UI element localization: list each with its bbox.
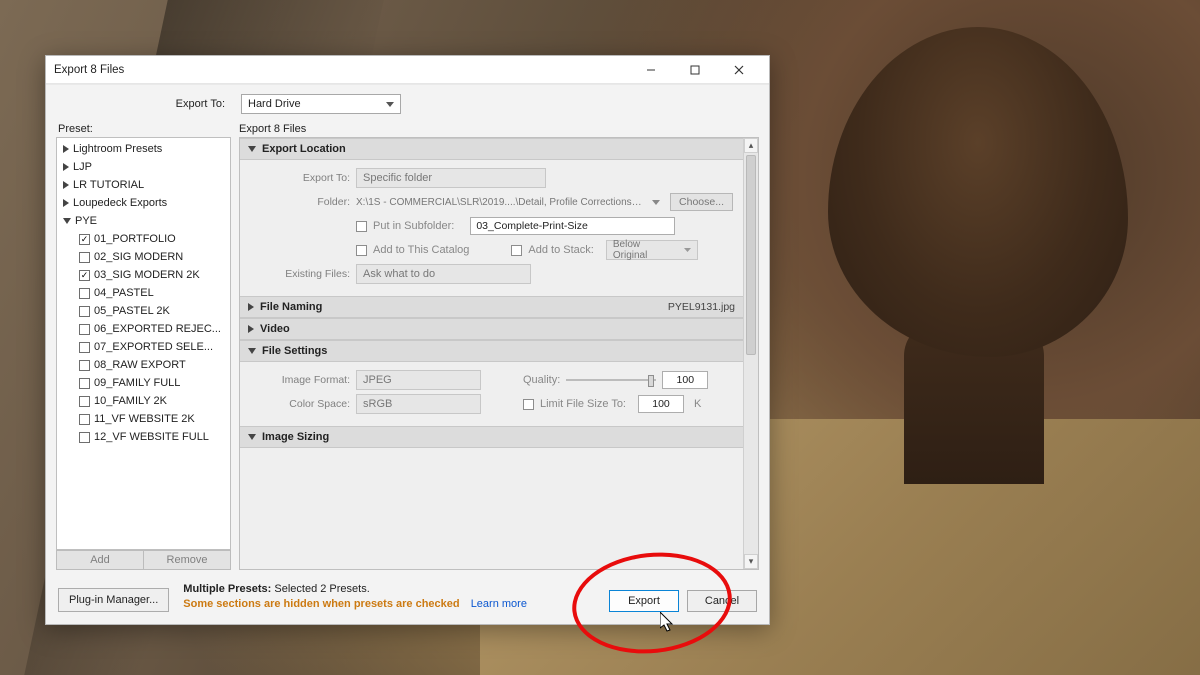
existing-files-label: Existing Files: (250, 268, 350, 280)
section-header-file-naming[interactable]: File Naming PYEL9131.jpg (240, 296, 743, 318)
export-to-label: Export To: (56, 98, 231, 110)
minimize-button[interactable] (629, 59, 673, 81)
chevron-down-icon (248, 146, 256, 152)
checkbox-icon[interactable] (79, 252, 90, 263)
add-preset-button[interactable]: Add (56, 550, 144, 570)
preset-group[interactable]: LJP (57, 158, 230, 176)
window-title: Export 8 Files (54, 64, 629, 76)
chevron-down-icon[interactable] (652, 200, 660, 205)
file-naming-example: PYEL9131.jpg (668, 301, 735, 313)
preset-item[interactable]: 02_SIG MODERN (57, 248, 230, 266)
chevron-right-icon (248, 325, 254, 333)
preset-heading: Preset: (56, 123, 231, 135)
dialog-footer: Plug-in Manager... Multiple Presets: Sel… (46, 574, 769, 624)
cancel-button[interactable]: Cancel (687, 590, 757, 612)
scroll-down-icon[interactable]: ▾ (744, 554, 758, 569)
chevron-down-icon (248, 434, 256, 440)
export-to-row: Export To: Hard Drive (46, 85, 769, 123)
checkbox-icon[interactable] (79, 234, 90, 245)
checkbox-icon[interactable] (79, 306, 90, 317)
checkbox-icon[interactable] (79, 378, 90, 389)
preset-item[interactable]: 07_EXPORTED SELE... (57, 338, 230, 356)
image-format-select[interactable]: JPEG (356, 370, 481, 390)
titlebar: Export 8 Files (46, 56, 769, 84)
checkbox-icon[interactable] (79, 396, 90, 407)
preset-item[interactable]: 03_SIG MODERN 2K (57, 266, 230, 284)
add-to-catalog-label: Add to This Catalog (373, 244, 469, 256)
export-button[interactable]: Export (609, 590, 679, 612)
preset-item[interactable]: 05_PASTEL 2K (57, 302, 230, 320)
footer-message: Multiple Presets: Selected 2 Presets. So… (183, 582, 595, 612)
preset-item[interactable]: 01_PORTFOLIO (57, 230, 230, 248)
stack-position-select[interactable]: Below Original (606, 240, 698, 260)
image-format-label: Image Format: (250, 374, 350, 386)
preset-item[interactable]: 06_EXPORTED REJEC... (57, 320, 230, 338)
quality-label: Quality: (523, 374, 560, 386)
learn-more-link[interactable]: Learn more (471, 598, 527, 610)
folder-path: X:\1S - COMMERCIAL\SLR\2019....\Detail, … (356, 197, 642, 208)
preset-group[interactable]: Loupedeck Exports (57, 194, 230, 212)
limit-filesize-unit: K (694, 398, 701, 410)
export-dialog: Export 8 Files Export To: Hard Drive Pre… (45, 55, 770, 625)
preset-group[interactable]: Lightroom Presets (57, 140, 230, 158)
preset-item[interactable]: 11_VF WEBSITE 2K (57, 410, 230, 428)
chevron-right-icon (248, 303, 254, 311)
checkbox-icon[interactable] (79, 324, 90, 335)
section-header-export-location[interactable]: Export Location (240, 138, 743, 160)
settings-heading: Export 8 Files (239, 123, 759, 135)
chevron-down-icon (386, 102, 394, 107)
export-to-field-label: Export To: (250, 172, 350, 184)
put-in-subfolder-checkbox[interactable] (356, 221, 367, 232)
settings-scroll: Export Location Export To: Specific fold… (239, 137, 759, 570)
export-to-folder-select[interactable]: Specific folder (356, 168, 546, 188)
add-to-catalog-checkbox[interactable] (356, 245, 367, 256)
remove-preset-button[interactable]: Remove (143, 550, 231, 570)
scroll-thumb[interactable] (746, 155, 756, 355)
color-space-select[interactable]: sRGB (356, 394, 481, 414)
settings-pane: Export 8 Files Export Location Export To… (239, 123, 759, 570)
put-in-subfolder-label: Put in Subfolder: (373, 220, 454, 232)
choose-folder-button[interactable]: Choose... (670, 193, 733, 211)
chevron-down-icon (248, 348, 256, 354)
export-to-select[interactable]: Hard Drive (241, 94, 401, 114)
scroll-up-icon[interactable]: ▴ (744, 138, 758, 153)
checkbox-icon[interactable] (79, 288, 90, 299)
preset-item[interactable]: 04_PASTEL (57, 284, 230, 302)
checkbox-icon[interactable] (79, 414, 90, 425)
checkbox-icon[interactable] (79, 342, 90, 353)
preset-item[interactable]: 12_VF WEBSITE FULL (57, 428, 230, 446)
preset-sidebar: Preset: Lightroom Presets LJP LR TUTORIA… (56, 123, 231, 570)
checkbox-icon[interactable] (79, 360, 90, 371)
maximize-button[interactable] (673, 59, 717, 81)
export-to-value: Hard Drive (248, 98, 301, 110)
limit-filesize-input[interactable]: 100 (638, 395, 684, 413)
preset-listbox[interactable]: Lightroom Presets LJP LR TUTORIAL Louped… (56, 137, 231, 550)
preset-item[interactable]: 10_FAMILY 2K (57, 392, 230, 410)
add-to-stack-label: Add to Stack: (528, 244, 593, 256)
limit-filesize-label: Limit File Size To: (540, 398, 626, 410)
section-body-file-settings: Image Format: JPEG Quality: (240, 362, 743, 426)
preset-item[interactable]: 08_RAW EXPORT (57, 356, 230, 374)
limit-filesize-checkbox[interactable] (523, 399, 534, 410)
subfolder-input[interactable]: 03_Complete-Print-Size (470, 217, 675, 235)
existing-files-select[interactable]: Ask what to do (356, 264, 531, 284)
section-header-file-settings[interactable]: File Settings (240, 340, 743, 362)
preset-group[interactable]: PYE (57, 212, 230, 230)
close-button[interactable] (717, 59, 761, 81)
color-space-label: Color Space: (250, 398, 350, 410)
preset-group[interactable]: LR TUTORIAL (57, 176, 230, 194)
plugin-manager-button[interactable]: Plug-in Manager... (58, 588, 169, 612)
folder-label: Folder: (250, 196, 350, 208)
quality-slider[interactable] (566, 373, 656, 387)
section-header-image-sizing[interactable]: Image Sizing (240, 426, 743, 448)
checkbox-icon[interactable] (79, 432, 90, 443)
section-body-export-location: Export To: Specific folder Folder: X:\1S… (240, 160, 743, 296)
settings-scrollbar[interactable]: ▴ ▾ (743, 138, 758, 569)
quality-input[interactable]: 100 (662, 371, 708, 389)
checkbox-icon[interactable] (79, 270, 90, 281)
preset-item[interactable]: 09_FAMILY FULL (57, 374, 230, 392)
section-header-video[interactable]: Video (240, 318, 743, 340)
add-to-stack-checkbox[interactable] (511, 245, 522, 256)
chevron-down-icon (684, 248, 691, 252)
